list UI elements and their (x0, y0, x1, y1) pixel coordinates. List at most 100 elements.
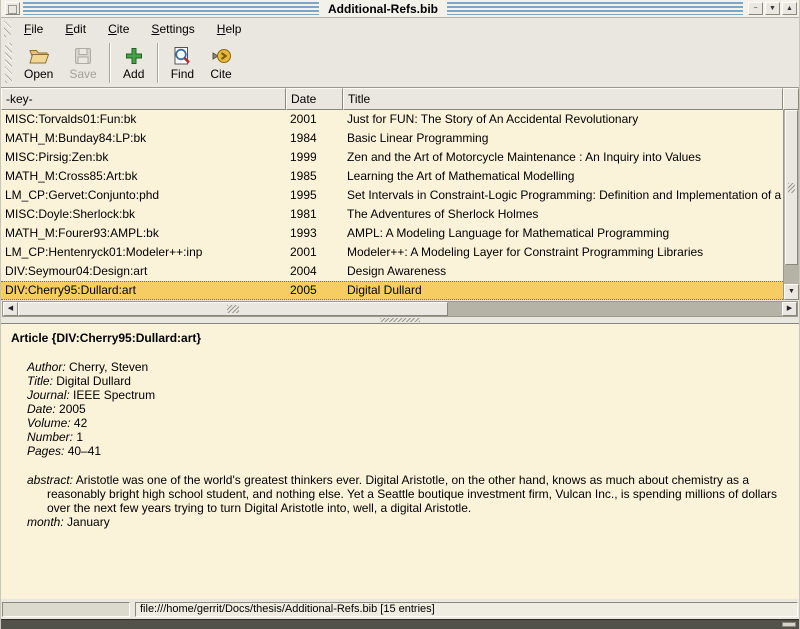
toolbar-separator (109, 43, 111, 83)
table-row[interactable]: MISC:Doyle:Sherlock:bk1981The Adventures… (1, 205, 783, 224)
field-label: Number: (27, 430, 73, 444)
table-row[interactable]: MATH_M:Fourer93:AMPL:bk1993AMPL: A Model… (1, 224, 783, 243)
entry-type-header: Article {DIV:Cherry95:Dullard:art} (11, 331, 789, 345)
table-row[interactable]: LM_CP:Hentenryck01:Modeler++:inp2001Mode… (1, 243, 783, 262)
cell-date: 1985 (286, 167, 343, 186)
cell-key: LM_CP:Gervet:Conjunto:phd (1, 186, 286, 205)
cell-title: Learning the Art of Mathematical Modelli… (343, 167, 783, 186)
toolbar-button-label: Cite (210, 68, 231, 81)
menubar-grip-handle[interactable] (4, 20, 11, 37)
menu-settings[interactable]: Settings (140, 20, 205, 38)
month-value: January (67, 515, 110, 529)
column-header-date[interactable]: Date (286, 88, 343, 110)
open-folder-icon (28, 45, 50, 67)
window-bottom-border (1, 619, 799, 629)
cite-coin-icon (210, 45, 232, 67)
column-header-title[interactable]: Title (343, 88, 783, 110)
cell-date: 2004 (286, 262, 343, 281)
scroll-down-icon[interactable]: ▼ (784, 284, 799, 300)
field-value: Cherry, Steven (66, 360, 148, 374)
toolbar-grip-handle[interactable] (5, 43, 12, 83)
menu-edit[interactable]: Edit (54, 20, 97, 38)
field-label: Author: (27, 360, 66, 374)
cell-date: 1995 (286, 186, 343, 205)
horizontal-scrollbar[interactable]: ◀ ▶ (2, 301, 798, 317)
field-label: Date: (27, 402, 56, 416)
table-row[interactable]: MATH_M:Cross85:Art:bk1985Learning the Ar… (1, 167, 783, 186)
field-value: 2005 (56, 402, 86, 416)
month-label: month: (27, 515, 64, 529)
cell-title: Set Intervals in Constraint-Logic Progra… (343, 186, 783, 205)
table-row[interactable]: LM_CP:Gervet:Conjunto:phd1995Set Interva… (1, 186, 783, 205)
window-title: Additional-Refs.bib (322, 2, 444, 16)
entry-detail-pane: Article {DIV:Cherry95:Dullard:art} Autho… (1, 323, 799, 599)
menu-cite[interactable]: Cite (97, 20, 140, 38)
reference-list: MISC:Torvalds01:Fun:bk2001Just for FUN: … (1, 110, 783, 300)
cell-title: Design Awareness (343, 262, 783, 281)
field-value: 42 (71, 416, 88, 430)
open-button[interactable]: Open (16, 39, 61, 87)
cell-title: Digital Dullard (343, 282, 783, 299)
cell-title: The Adventures of Sherlock Holmes (343, 205, 783, 224)
cell-date: 1999 (286, 148, 343, 167)
add-button[interactable]: Add (115, 39, 153, 87)
table-header: -key- Date Title (1, 88, 799, 110)
titlebar-stripes-right (447, 2, 743, 15)
maximize-button[interactable]: ▲ (782, 2, 797, 15)
detail-field: Title: Digital Dullard (27, 374, 789, 388)
minimize-button[interactable]: − (748, 2, 763, 15)
field-value: 40–41 (64, 444, 101, 458)
cell-key: LM_CP:Hentenryck01:Modeler++:inp (1, 243, 286, 262)
horizontal-scrollbar-thumb[interactable] (18, 302, 448, 316)
toolbar-separator (157, 43, 159, 83)
cell-key: MATH_M:Cross85:Art:bk (1, 167, 286, 186)
table-row[interactable]: DIV:Cherry95:Dullard:art2005Digital Dull… (1, 281, 783, 300)
scroll-left-icon[interactable]: ◀ (3, 302, 18, 316)
menu-help[interactable]: Help (206, 20, 253, 38)
detail-field: Journal: IEEE Spectrum (27, 388, 789, 402)
vertical-scrollbar-thumb[interactable] (785, 110, 798, 265)
menu-items: FileEditCiteSettingsHelp (13, 20, 252, 38)
field-value: 1 (73, 430, 83, 444)
detail-field: Volume: 42 (27, 416, 789, 430)
cite-button[interactable]: Cite (202, 39, 240, 87)
save-floppy-icon (72, 45, 94, 67)
table-row[interactable]: MATH_M:Bunday84:LP:bk1984Basic Linear Pr… (1, 129, 783, 148)
column-header-key[interactable]: -key- (1, 88, 286, 110)
menubar: FileEditCiteSettingsHelp (1, 18, 799, 39)
field-label: Title: (27, 374, 53, 388)
field-value: IEEE Spectrum (70, 388, 155, 402)
table-row[interactable]: MISC:Torvalds01:Fun:bk2001Just for FUN: … (1, 110, 783, 129)
cell-date: 2001 (286, 110, 343, 129)
progress-box (2, 602, 130, 617)
scroll-right-icon[interactable]: ▶ (782, 302, 797, 316)
cell-key: MATH_M:Fourer93:AMPL:bk (1, 224, 286, 243)
cell-date: 2005 (286, 282, 343, 299)
shade-button[interactable]: ▼ (765, 2, 780, 15)
cell-date: 2001 (286, 243, 343, 262)
file-path-status: file:///home/gerrit/Docs/thesis/Addition… (135, 602, 798, 617)
window-menu-icon (8, 5, 17, 14)
toolbar-button-label: Open (24, 68, 53, 81)
table-row[interactable]: MISC:Pirsig:Zen:bk1999Zen and the Art of… (1, 148, 783, 167)
cell-key: MISC:Doyle:Sherlock:bk (1, 205, 286, 224)
resize-grip-handle[interactable] (782, 622, 796, 627)
statusbar: file:///home/gerrit/Docs/thesis/Addition… (2, 600, 798, 619)
toolbar-button-label: Add (123, 68, 144, 81)
toolbar-button-label: Find (171, 68, 194, 81)
find-magnifier-icon (171, 45, 193, 67)
window-menu-button[interactable] (5, 2, 20, 15)
toolbar: Open Save Add Find Cite (1, 39, 799, 88)
cell-key: DIV:Seymour04:Design:art (1, 262, 286, 281)
titlebar[interactable]: Additional-Refs.bib − ▼ ▲ (1, 0, 799, 18)
abstract-field: abstract: Aristotle was one of the world… (27, 473, 789, 515)
add-plus-icon (123, 45, 145, 67)
find-button[interactable]: Find (163, 39, 202, 87)
save-button[interactable]: Save (61, 39, 104, 87)
cell-date: 1984 (286, 129, 343, 148)
table-row[interactable]: DIV:Seymour04:Design:art2004Design Aware… (1, 262, 783, 281)
cell-title: Just for FUN: The Story of An Accidental… (343, 110, 783, 129)
cell-title: Zen and the Art of Motorcycle Maintenanc… (343, 148, 783, 167)
vertical-scrollbar[interactable]: ▼ (783, 110, 799, 300)
menu-file[interactable]: File (13, 20, 54, 38)
